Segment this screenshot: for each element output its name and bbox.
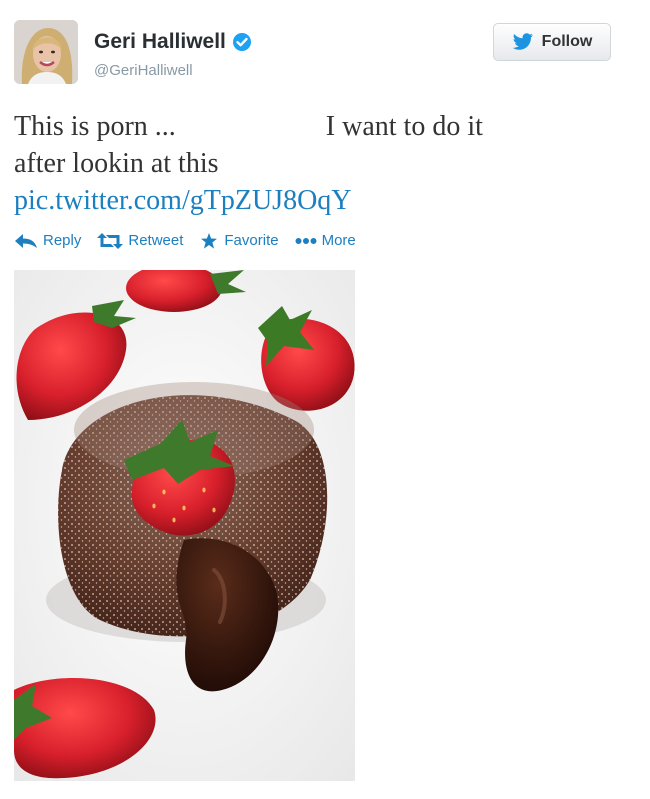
tweet-photo[interactable] (14, 270, 355, 781)
tweet-text-part1: This is porn ... (14, 111, 176, 142)
verified-badge-icon (232, 33, 251, 51)
more-button[interactable]: More (295, 232, 356, 249)
avatar[interactable] (14, 20, 78, 84)
tweet-text-line2: after lookin at this (14, 148, 219, 179)
twitter-bird-icon (512, 33, 533, 50)
star-icon (201, 232, 218, 249)
lava-cake-image (14, 270, 355, 781)
retweet-button[interactable]: Retweet (97, 232, 183, 249)
more-label: More (321, 232, 356, 249)
tweet-text: This is porn ... I want to do it after lo… (14, 108, 634, 219)
user-handle[interactable]: @GeriHalliwell (94, 62, 193, 79)
more-icon (295, 237, 317, 244)
reply-icon (15, 233, 37, 248)
favorite-button[interactable]: Favorite (199, 232, 279, 249)
follow-button[interactable]: Follow (493, 23, 611, 61)
user-name[interactable]: Geri Halliwell (94, 30, 226, 54)
reply-button[interactable]: Reply (14, 232, 81, 249)
favorite-label: Favorite (224, 232, 279, 249)
tweet-actions: Reply Retweet Favorite More (14, 232, 356, 249)
retweet-icon (97, 232, 124, 249)
follow-button-label: Follow (541, 33, 593, 50)
avatar-image (14, 20, 78, 84)
reply-label: Reply (43, 232, 82, 249)
tweet-photo-link[interactable]: pic.twitter.com/gTpZUJ8OqY (14, 182, 634, 219)
user-name-row[interactable]: Geri Halliwell (94, 30, 252, 54)
retweet-label: Retweet (128, 232, 184, 249)
tweet-text-part2: I want to do it (325, 111, 483, 142)
